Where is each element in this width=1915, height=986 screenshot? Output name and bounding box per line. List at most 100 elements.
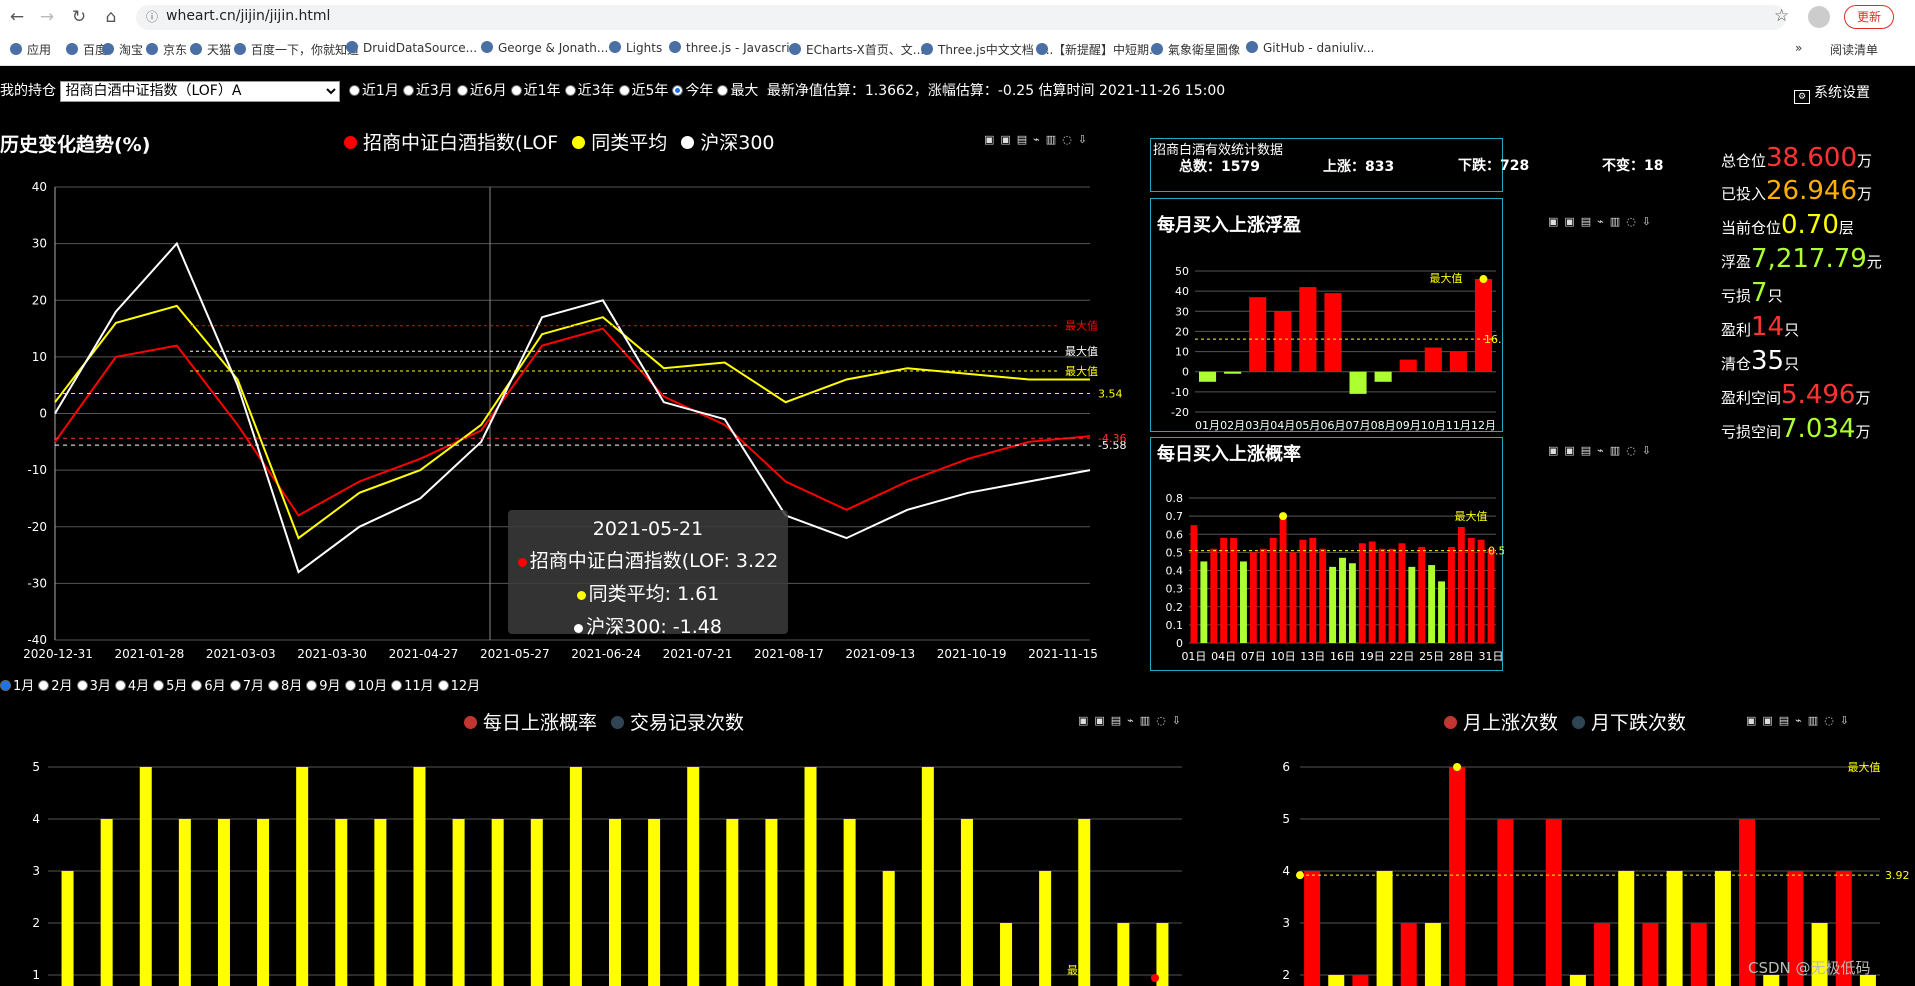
bar xyxy=(843,819,856,986)
forward-icon[interactable]: → xyxy=(36,6,58,28)
trend-panel: 历史变化趋势(%) 招商中证白酒指数(LOF 同类平均 沪深300 ▣▣▤⌁▥◌⇩ … xyxy=(0,122,1138,674)
range-radio[interactable]: 近3年 xyxy=(564,80,615,100)
month-radio[interactable]: 6月 xyxy=(191,679,226,694)
month-radio[interactable]: 12月 xyxy=(437,679,480,694)
radio-icon xyxy=(564,85,576,96)
bookmark-item[interactable]: 天猫 xyxy=(190,41,231,58)
reload-icon[interactable]: ↻ xyxy=(68,6,90,28)
month-radio[interactable]: 10月 xyxy=(344,679,387,694)
bookmark-label: 【新提醒】中短期... xyxy=(1053,43,1161,57)
radio-icon xyxy=(229,680,241,691)
bar xyxy=(374,819,387,986)
month-radio[interactable]: 2月 xyxy=(38,679,73,694)
x-tick-label: 10月 xyxy=(1421,419,1446,432)
bookmark-item[interactable]: 百度 xyxy=(66,41,107,58)
bar xyxy=(1399,359,1417,372)
stat-row: 盈利空间5.496万 xyxy=(1721,380,1870,410)
avg-label: 3.92 xyxy=(1885,869,1910,882)
stat-unit: 只 xyxy=(1784,321,1800,339)
radio-icon xyxy=(191,680,203,691)
max-point xyxy=(1479,275,1488,284)
bookmarks-more[interactable]: » xyxy=(1795,41,1802,55)
bookmark-item[interactable]: Lights xyxy=(609,41,662,55)
monthly-rise-chart: 1234563.92最大值 xyxy=(1282,760,1910,986)
y-tick-label: 30 xyxy=(1175,305,1189,318)
month-radio[interactable]: 11月 xyxy=(391,679,434,694)
range-radio[interactable]: 近6月 xyxy=(456,80,507,100)
range-radio[interactable]: 近1年 xyxy=(510,80,561,100)
bar xyxy=(1690,923,1707,986)
y-tick-label: 1 xyxy=(32,968,40,982)
range-radio[interactable]: 今年 xyxy=(672,80,713,100)
bar xyxy=(960,819,973,986)
bookmark-icon xyxy=(789,43,801,55)
y-tick-label: 40 xyxy=(1175,285,1189,298)
range-radio[interactable]: 最大 xyxy=(717,80,758,100)
x-tick-label: 22日 xyxy=(1389,650,1414,663)
month-radio[interactable]: 3月 xyxy=(76,679,111,694)
system-settings-button[interactable]: ⚙ 系统设置 xyxy=(1794,82,1870,104)
radio-icon xyxy=(267,680,279,691)
stat-unit: 万 xyxy=(1857,185,1873,203)
range-radio[interactable]: 近1月 xyxy=(348,80,399,100)
y-tick-label: 0 xyxy=(1182,366,1189,379)
stat-row: 盈利14只 xyxy=(1721,312,1799,342)
fund-select[interactable]: 招商白酒中证指数（LOF）A xyxy=(60,80,341,102)
bar xyxy=(1374,371,1392,382)
y-tick-label: -40 xyxy=(27,633,47,647)
bookmark-item[interactable]: 【新提醒】中短期... xyxy=(1036,41,1160,58)
bookmark-star-icon[interactable]: ☆ xyxy=(1774,6,1789,26)
stat-value: 0.70 xyxy=(1781,210,1839,240)
address-bar[interactable]: ⓘ wheart.cn/jijin/jijin.html xyxy=(136,5,1786,30)
month-radio[interactable]: 4月 xyxy=(114,679,149,694)
y-tick-label: 5 xyxy=(32,760,40,774)
daily-prob-chart: 0 0.1 0.2 0.3 0.4 0.5 0.6 0.7 0.8 01日 04日 07日 10日 13日… xyxy=(1166,492,1505,663)
month-radio[interactable]: 1月 xyxy=(0,679,34,694)
daily-prob-panel: 每日买入上涨概率 0 0.1 0.2 0.3 0.4 0.5 0.6 0.7 0.8 01日 04日… xyxy=(1150,437,1505,671)
bookmark-item[interactable]: ECharts-X首页、文... xyxy=(789,41,924,58)
y-tick-label: -20 xyxy=(27,520,47,534)
month-radio[interactable]: 8月 xyxy=(267,679,302,694)
bookmark-item[interactable]: DruidDataSource... xyxy=(346,41,477,55)
y-tick-label: 0.6 xyxy=(1166,528,1184,541)
y-tick-label: 30 xyxy=(32,237,47,251)
range-radio[interactable]: 近5年 xyxy=(618,80,668,100)
bookmark-item[interactable]: 应用 xyxy=(10,41,51,58)
home-icon[interactable]: ⌂ xyxy=(100,6,122,28)
stat-value: 35 xyxy=(1751,346,1785,376)
bookmark-item[interactable]: 京东 xyxy=(146,41,187,58)
monthly-toolbox[interactable]: ▣▣▤⌁▥◌⇩ xyxy=(1548,215,1657,228)
bar xyxy=(569,767,582,986)
info-icon: ⓘ xyxy=(146,10,159,24)
update-button[interactable]: 更新 xyxy=(1844,5,1894,29)
reading-list[interactable]: 阅读清单 xyxy=(1830,41,1878,58)
bar xyxy=(1642,923,1659,986)
y-tick-label: 0.4 xyxy=(1166,565,1184,578)
month-label: 1月 xyxy=(13,679,35,694)
month-radio[interactable]: 9月 xyxy=(306,679,341,694)
bar xyxy=(1224,371,1242,374)
stat-label: 已投入 xyxy=(1721,185,1767,203)
bookmark-item[interactable]: 氣象衛星圖像 xyxy=(1151,41,1240,58)
bookmark-icon xyxy=(234,43,246,55)
bookmark-icon xyxy=(190,43,202,55)
back-icon[interactable]: ← xyxy=(6,6,28,28)
bookmark-item[interactable]: 淘宝 xyxy=(102,41,143,58)
bookmark-item[interactable]: 百度一下，你就知道 xyxy=(234,41,359,58)
profile-avatar[interactable] xyxy=(1808,6,1830,28)
bookmark-item[interactable]: GitHub - daniuliv... xyxy=(1246,41,1374,55)
x-tick-label: 2021-10-19 xyxy=(937,647,1007,661)
range-label: 今年 xyxy=(685,83,714,99)
y-tick-label: 3 xyxy=(32,864,40,878)
daily-toolbox[interactable]: ▣▣▤⌁▥◌⇩ xyxy=(1548,444,1657,457)
month-radio[interactable]: 5月 xyxy=(153,679,187,694)
bookmark-label: GitHub - daniuliv... xyxy=(1263,41,1375,55)
bar xyxy=(1349,371,1367,394)
x-tick-label: 2021-03-30 xyxy=(297,647,367,661)
range-label: 最大 xyxy=(730,83,759,99)
bookmark-item[interactable]: Three.js中文文档 -... xyxy=(921,41,1053,58)
bookmark-item[interactable]: George & Jonath... xyxy=(481,41,608,55)
range-radio[interactable]: 近3月 xyxy=(402,80,453,100)
month-radio[interactable]: 7月 xyxy=(229,679,264,694)
bookmark-item[interactable]: three.js - Javascri... xyxy=(669,41,801,55)
